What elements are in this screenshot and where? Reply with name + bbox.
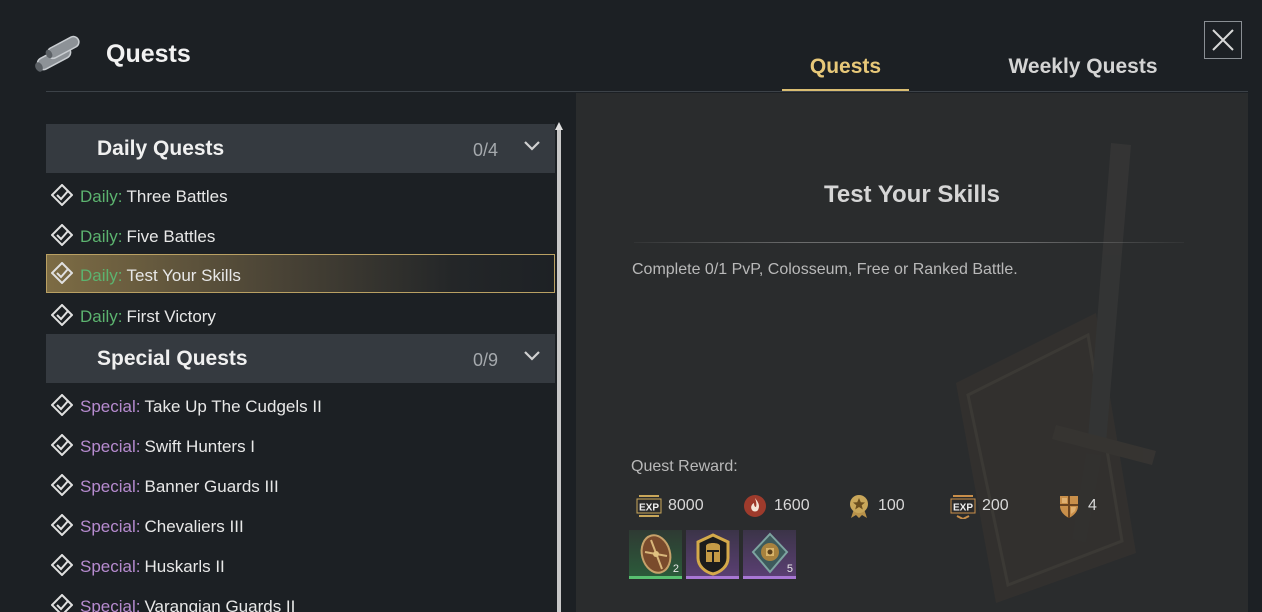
quest-prefix: Special: xyxy=(80,557,141,576)
group-count: 0/9 xyxy=(472,350,498,370)
reward-unit-exp: EXP 200 xyxy=(950,493,1009,519)
reward-item-card[interactable]: 5 xyxy=(743,530,796,579)
group-title: Special Quests xyxy=(97,347,248,370)
quest-prefix: Special: xyxy=(80,517,141,536)
svg-text:EXP: EXP xyxy=(639,503,659,514)
svg-text:EXP: EXP xyxy=(953,503,973,514)
quest-diamond-icon xyxy=(51,224,73,246)
reward-value: 4 xyxy=(1088,497,1097,514)
reward-exp: EXP 8000 xyxy=(636,493,704,519)
quest-diamond-icon xyxy=(51,514,73,536)
exp-icon: EXP xyxy=(636,495,662,517)
quest-title: Test Your Skills xyxy=(823,181,1001,208)
tab-quests[interactable]: Quests xyxy=(782,55,909,92)
item-count: 5 xyxy=(786,563,793,575)
list-item[interactable]: Special: Huskarls II xyxy=(46,546,555,586)
quest-detail-panel: Test Your Skills Complete 0/1 PvP, Colos… xyxy=(576,93,1248,612)
unit-exp-icon: EXP xyxy=(950,495,976,519)
quest-list: Daily Quests 0/4 Daily: Three Battles Dai… xyxy=(46,124,555,612)
reward-medal: 100 xyxy=(846,493,905,519)
helmet-item-icon xyxy=(696,533,730,576)
group-header-special[interactable]: Special Quests 0/9 xyxy=(46,334,555,383)
group-header-daily[interactable]: Daily Quests 0/4 xyxy=(46,124,555,173)
chevron-down-icon[interactable] xyxy=(523,140,541,152)
trinket-item-icon xyxy=(751,532,789,574)
quest-name: First Victory xyxy=(126,307,216,326)
shield-badge-icon xyxy=(1060,496,1078,518)
quest-name: Test Your Skills xyxy=(126,266,241,285)
scrollbar-arrow-icon[interactable] xyxy=(555,122,563,130)
quest-name: Banner Guards III xyxy=(144,477,279,496)
quest-prefix: Daily: xyxy=(80,266,123,285)
quest-name: Huskarls II xyxy=(144,557,225,576)
reward-value: 200 xyxy=(982,497,1009,514)
quest-prefix: Daily: xyxy=(80,227,123,246)
close-button[interactable] xyxy=(1204,21,1242,59)
quest-diamond-icon xyxy=(51,394,73,416)
quest-diamond-icon xyxy=(51,594,73,612)
chevron-down-icon[interactable] xyxy=(523,350,541,362)
quest-name: Three Battles xyxy=(126,187,228,206)
quest-prefix: Special: xyxy=(80,477,141,496)
item-count: 2 xyxy=(672,563,679,575)
list-item[interactable]: Daily: First Victory xyxy=(46,296,555,336)
list-item[interactable]: Special: Chevaliers III xyxy=(46,506,555,546)
list-item[interactable]: Special: Swift Hunters I xyxy=(46,426,555,466)
reward-value: 100 xyxy=(878,497,905,514)
quest-prefix: Daily: xyxy=(80,187,123,206)
title-divider xyxy=(634,242,1184,243)
reward-item-card[interactable] xyxy=(686,530,739,579)
tab-weekly-quests[interactable]: Weekly Quests xyxy=(1000,55,1166,92)
page-title: Quests xyxy=(106,40,191,68)
close-icon xyxy=(1212,29,1234,51)
flame-icon xyxy=(744,495,766,517)
quest-diamond-icon xyxy=(51,304,73,326)
quest-diamond-icon xyxy=(51,262,73,284)
list-item-selected[interactable]: Daily: Test Your Skills xyxy=(46,254,555,293)
reward-flame: 1600 xyxy=(742,493,810,519)
reward-shield-badge: 4 xyxy=(1056,493,1097,519)
quest-diamond-icon xyxy=(51,474,73,496)
shield-item-icon xyxy=(640,534,672,574)
quest-diamond-icon xyxy=(51,184,73,206)
quest-description: Complete 0/1 PvP, Colosseum, Free or Ran… xyxy=(632,261,1018,278)
quest-name: Chevaliers III xyxy=(144,517,244,536)
group-count: 0/4 xyxy=(472,140,498,160)
quest-name: Varangian Guards II xyxy=(144,597,296,612)
header-divider xyxy=(46,91,1248,92)
quest-prefix: Special: xyxy=(80,597,141,612)
quest-diamond-icon xyxy=(51,434,73,456)
list-item[interactable]: Special: Banner Guards III xyxy=(46,466,555,506)
group-title: Daily Quests xyxy=(97,137,225,160)
list-item[interactable]: Special: Take Up The Cudgels II xyxy=(46,386,555,426)
reward-value: 1600 xyxy=(774,497,810,514)
quest-name: Swift Hunters I xyxy=(144,437,256,456)
quest-prefix: Special: xyxy=(80,437,141,456)
scrollbar[interactable] xyxy=(557,126,561,612)
reward-item-card[interactable]: 2 xyxy=(629,530,682,579)
quest-name: Take Up The Cudgels II xyxy=(144,397,322,416)
medal-icon xyxy=(850,495,868,518)
quest-prefix: Daily: xyxy=(80,307,123,326)
reward-value: 8000 xyxy=(668,497,704,514)
reward-label: Quest Reward: xyxy=(631,458,738,475)
list-item[interactable]: Special: Varangian Guards II xyxy=(46,586,555,612)
list-item[interactable]: Daily: Three Battles xyxy=(46,176,555,216)
quest-diamond-icon xyxy=(51,554,73,576)
scroll-icon xyxy=(32,34,84,74)
list-item[interactable]: Daily: Five Battles xyxy=(46,216,555,256)
quest-prefix: Special: xyxy=(80,397,141,416)
quest-name: Five Battles xyxy=(126,227,216,246)
